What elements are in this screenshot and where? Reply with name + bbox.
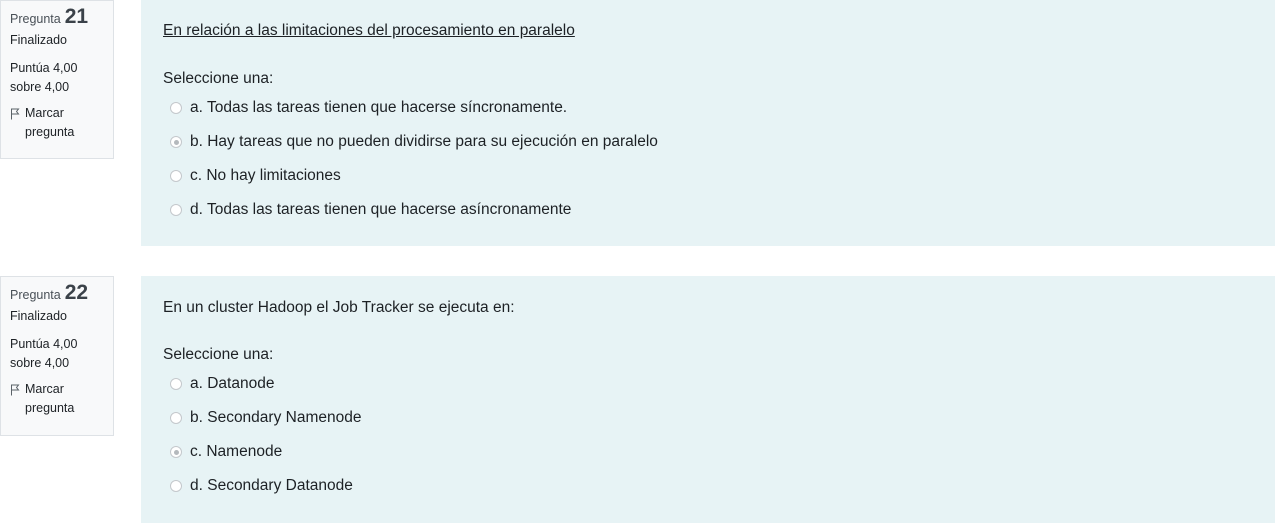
grade-line-2: sobre 4,00	[10, 80, 70, 95]
flag-label-line-1: Marcar	[25, 381, 64, 396]
radio-icon[interactable]	[170, 480, 182, 492]
question-number-row: Pregunta 21	[10, 6, 104, 29]
answer-prompt: Seleccione una:	[163, 346, 274, 363]
radio-icon[interactable]	[170, 412, 182, 424]
flag-label: Marcar pregunta	[25, 104, 74, 143]
answer-option-label: b. Secondary Namenode	[190, 409, 362, 426]
question-number-row: Pregunta 22	[10, 282, 104, 305]
grade-line-2: sobre 4,00	[10, 356, 70, 371]
flag-label-line-2: pregunta	[25, 124, 75, 139]
answer-option-a[interactable]: a. Todas las tareas tienen que hacerse s…	[170, 91, 1253, 125]
flag-label-line-2: pregunta	[25, 400, 75, 415]
question-number: 21	[64, 5, 89, 28]
question-text: En un cluster Hadoop el Job Tracker se e…	[163, 299, 515, 316]
question-state: Finalizado	[10, 33, 67, 48]
answer-option-label: d. Todas las tareas tienen que hacerse a…	[190, 201, 572, 218]
answer-option-c[interactable]: c. Namenode	[170, 435, 1253, 469]
radio-icon[interactable]	[170, 170, 182, 182]
flag-label: Marcar pregunta	[25, 380, 74, 419]
question-info-panel: Pregunta 21 Finalizado Puntúa 4,00 sobre…	[0, 0, 114, 159]
question-text: En relación a las limitaciones del proce…	[163, 22, 575, 39]
grade-line-1: Puntúa 4,00	[10, 336, 78, 351]
answer-option-label: b. Hay tareas que no pueden dividirse pa…	[190, 133, 658, 150]
question-label: Pregunta	[10, 12, 61, 26]
radio-icon[interactable]	[170, 204, 182, 216]
grade-line-1: Puntúa 4,00	[10, 60, 78, 75]
answer-option-b[interactable]: b. Hay tareas que no pueden dividirse pa…	[170, 125, 1253, 159]
question-content: En un cluster Hadoop el Job Tracker se e…	[141, 276, 1275, 523]
answer-option-c[interactable]: c. No hay limitaciones	[170, 159, 1253, 193]
flag-icon	[10, 107, 20, 126]
answer-option-label: c. No hay limitaciones	[190, 167, 341, 184]
answer-options: a. Todas las tareas tienen que hacerse s…	[170, 91, 1253, 227]
answer-option-label: a. Datanode	[190, 375, 275, 392]
question-label: Pregunta	[10, 288, 61, 302]
radio-icon[interactable]	[170, 136, 182, 148]
flag-question-link[interactable]: Marcar pregunta	[10, 380, 104, 419]
answer-option-b[interactable]: b. Secondary Namenode	[170, 401, 1253, 435]
answer-option-a[interactable]: a. Datanode	[170, 367, 1253, 401]
question-info-panel: Pregunta 22 Finalizado Puntúa 4,00 sobre…	[0, 276, 114, 436]
question-state: Finalizado	[10, 309, 67, 324]
radio-icon[interactable]	[170, 378, 182, 390]
radio-icon[interactable]	[170, 446, 182, 458]
answer-option-d[interactable]: d. Todas las tareas tienen que hacerse a…	[170, 193, 1253, 227]
answer-prompt: Seleccione una:	[163, 70, 274, 87]
flag-label-line-1: Marcar	[25, 105, 64, 120]
flag-question-link[interactable]: Marcar pregunta	[10, 104, 104, 143]
answer-option-d[interactable]: d. Secondary Datanode	[170, 469, 1253, 503]
question-content: En relación a las limitaciones del proce…	[141, 0, 1275, 246]
answer-option-label: a. Todas las tareas tienen que hacerse s…	[190, 99, 568, 116]
flag-icon	[10, 383, 20, 402]
radio-icon[interactable]	[170, 102, 182, 114]
answer-option-label: c. Namenode	[190, 443, 283, 460]
answer-options: a. Datanode b. Secondary Namenode c. Nam…	[170, 367, 1253, 503]
question-grade: Puntúa 4,00 sobre 4,00	[10, 59, 104, 98]
question-grade: Puntúa 4,00 sobre 4,00	[10, 335, 104, 374]
question-number: 22	[64, 281, 89, 304]
answer-option-label: d. Secondary Datanode	[190, 477, 353, 494]
